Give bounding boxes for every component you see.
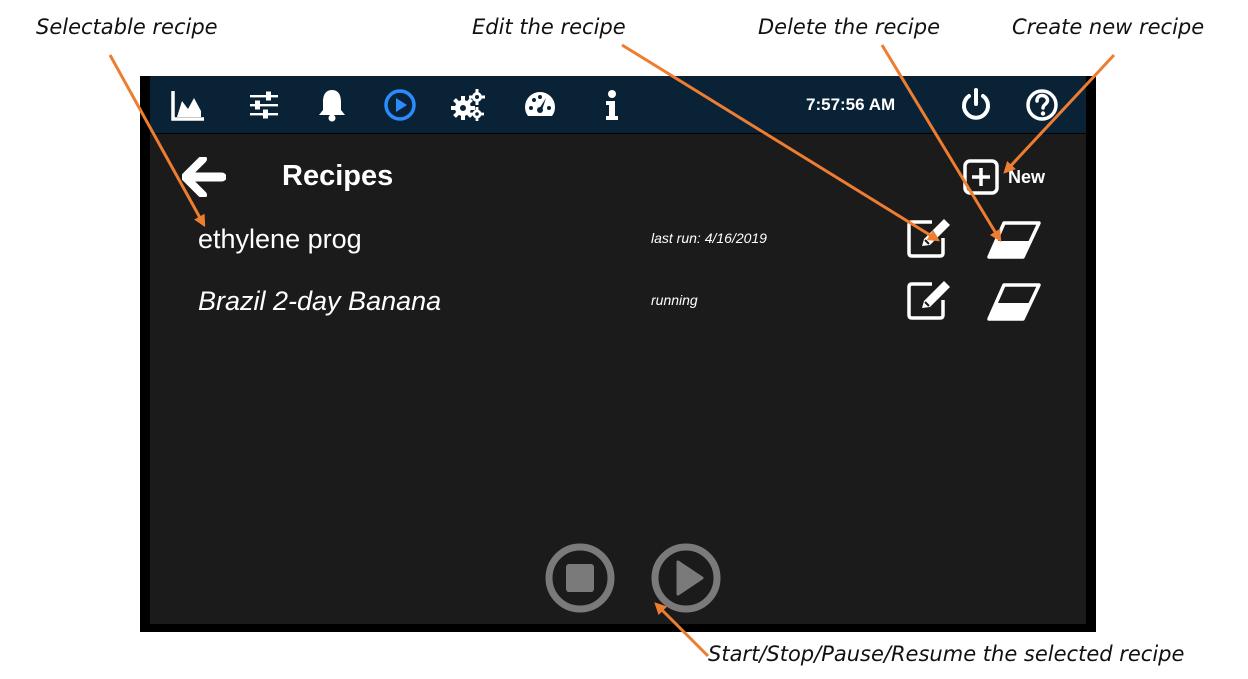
top-navigation-bar: 7:57:56 AM: [150, 76, 1086, 133]
callout-recipe-controls: Start/Stop/Pause/Resume the selected rec…: [708, 642, 1185, 666]
stop-circle-icon: [545, 543, 615, 613]
recipes-panel: Recipes New ethylene prog last run: 4/16…: [150, 134, 1086, 624]
recipe-name[interactable]: Brazil 2-day Banana: [198, 286, 441, 317]
bell-icon[interactable]: [314, 87, 350, 123]
help-icon[interactable]: [1024, 87, 1060, 123]
play-button[interactable]: [650, 542, 722, 614]
back-arrow-icon[interactable]: [182, 157, 226, 197]
gears-icon[interactable]: [450, 87, 486, 123]
clock: 7:57:56 AM: [806, 95, 896, 114]
play-circle-icon: [651, 543, 721, 613]
callout-create-recipe: Create new recipe: [1012, 15, 1205, 39]
gauge-icon[interactable]: [522, 87, 558, 123]
eraser-icon[interactable]: [986, 282, 1042, 322]
sliders-icon[interactable]: [246, 87, 282, 123]
page-title: Recipes: [282, 160, 394, 192]
info-icon[interactable]: [594, 87, 630, 123]
power-icon[interactable]: [958, 87, 994, 123]
callout-edit-recipe: Edit the recipe: [472, 15, 626, 39]
new-recipe-button[interactable]: [962, 158, 1000, 196]
plus-square-icon: [963, 159, 999, 195]
eraser-icon[interactable]: [986, 220, 1042, 260]
recipe-row[interactable]: ethylene prog last run: 4/16/2019: [150, 214, 1086, 270]
recipe-row[interactable]: Brazil 2-day Banana running: [150, 276, 1086, 332]
callout-delete-recipe: Delete the recipe: [758, 15, 940, 39]
recipe-name[interactable]: ethylene prog: [198, 224, 362, 255]
recipe-status: running: [651, 292, 698, 308]
edit-icon[interactable]: [906, 216, 954, 260]
callout-selectable-recipe: Selectable recipe: [36, 15, 218, 39]
stop-button[interactable]: [544, 542, 616, 614]
recipe-status: last run: 4/16/2019: [651, 230, 767, 246]
new-recipe-label[interactable]: New: [1008, 167, 1045, 188]
chart-icon[interactable]: [170, 87, 206, 123]
device-screen: 7:57:56 AM Recipes New ethylene prog las…: [140, 76, 1096, 632]
edit-icon[interactable]: [906, 278, 954, 322]
play-circle-icon[interactable]: [382, 87, 418, 123]
